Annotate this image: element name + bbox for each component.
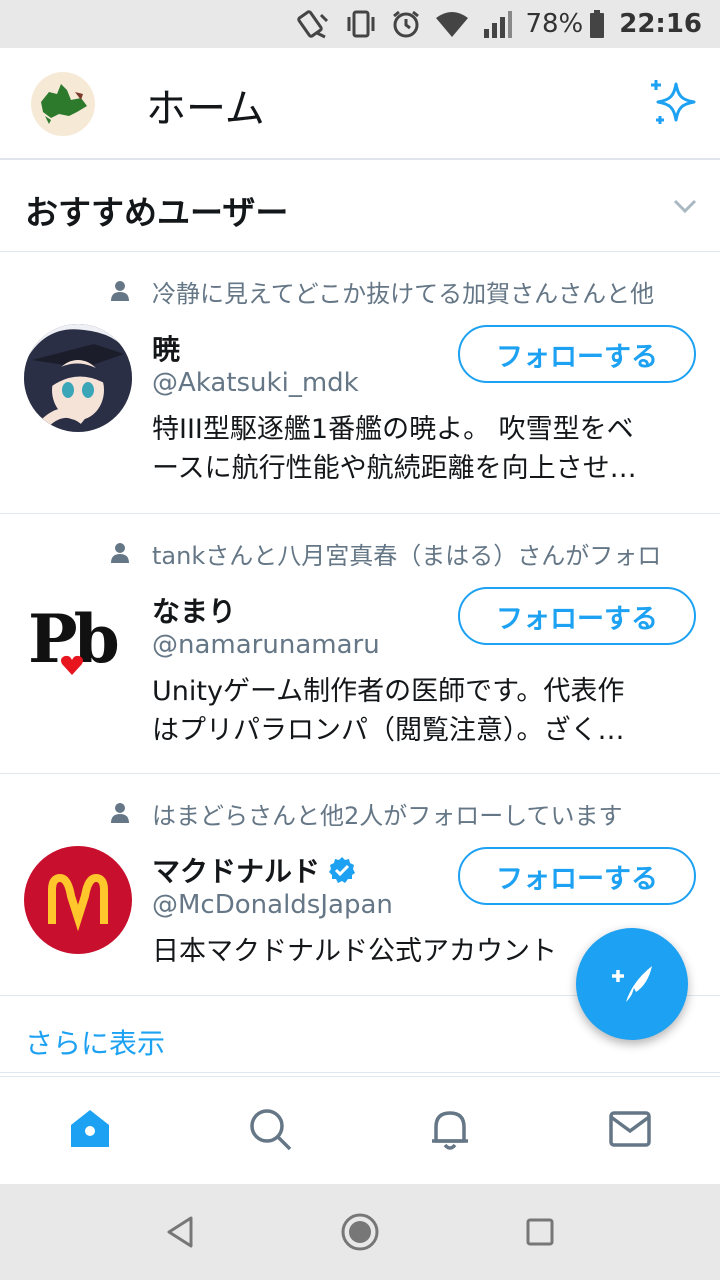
battery-icon: [589, 9, 605, 39]
user-name-text: マクドナルド: [152, 855, 321, 888]
back-icon[interactable]: [160, 1212, 200, 1252]
feather-plus-icon: [612, 966, 652, 1002]
follow-button[interactable]: フォローする: [458, 847, 696, 905]
avatar[interactable]: [24, 846, 132, 954]
chevron-down-icon[interactable]: [672, 196, 698, 220]
user-handle: @namarunamaru: [152, 630, 380, 660]
recents-icon[interactable]: [520, 1212, 560, 1252]
heart-icon: [61, 655, 83, 675]
person-icon: [110, 796, 130, 830]
notifications-icon[interactable]: [426, 1105, 474, 1153]
user-card[interactable]: 冷静に見えてどこか抜けてる加賀さんさんと他 暁 @Akatsuki_mdk 特I…: [0, 252, 720, 514]
user-bio: Unityゲーム制作者の医師です。代表作 はプリパラロンパ（閲覧注意）。ざく…: [152, 672, 692, 750]
social-context: tankさんと八月宮真春（まはる）さんがフォロ: [152, 542, 662, 570]
wifi-icon: [435, 10, 469, 38]
alarm-icon: [391, 9, 421, 39]
mcdonalds-logo-icon: [48, 873, 108, 932]
search-icon[interactable]: [246, 1105, 294, 1153]
profile-avatar[interactable]: [31, 72, 95, 136]
user-handle: @McDonaldsJapan: [152, 890, 393, 920]
status-bar: 78% 22:16: [0, 0, 720, 48]
social-context: 冷静に見えてどこか抜けてる加賀さんさんと他: [152, 280, 655, 308]
section-title: おすすめユーザー: [25, 193, 289, 232]
show-more-link[interactable]: さらに表示: [25, 1022, 165, 1062]
who-to-follow-header: おすすめユーザー: [0, 162, 720, 252]
user-name: なまり: [152, 595, 237, 628]
home-button-icon[interactable]: [340, 1212, 380, 1252]
verified-badge-icon: [329, 857, 356, 883]
screen: 78% 22:16 ホーム おすすめユーザー 冷静に見えてどこか抜けてる加賀さん…: [0, 0, 720, 1280]
bio-line: 特III型駆逐艦1番艦の暁よ。 吹雪型をベ: [152, 414, 634, 445]
user-card[interactable]: tankさんと八月宮真春（まはる）さんがフォロ Pb なまり @namaruna…: [0, 514, 720, 774]
follow-button[interactable]: フォローする: [458, 325, 696, 383]
bio-line: ースに航行性能や航続距離を向上させ…: [152, 453, 637, 484]
avatar[interactable]: [24, 324, 132, 432]
vibrate-off-icon: [297, 9, 331, 39]
divider: [0, 1072, 720, 1073]
bio-line: はプリパラロンパ（閲覧注意）。ざく…: [152, 715, 625, 746]
app-header: ホーム: [0, 48, 720, 160]
vibrate-icon: [345, 9, 377, 39]
signal-icon: [483, 9, 513, 39]
home-icon[interactable]: [66, 1105, 114, 1153]
sparkle-icon[interactable]: [648, 78, 696, 130]
person-icon: [110, 536, 130, 570]
page-title: ホーム: [146, 86, 265, 132]
follow-button[interactable]: フォローする: [458, 587, 696, 645]
person-icon: [110, 274, 130, 308]
bottom-tab-bar: [0, 1076, 720, 1184]
messages-icon[interactable]: [606, 1105, 654, 1153]
user-name: マクドナルド: [152, 850, 356, 890]
bio-line: Unityゲーム制作者の医師です。代表作: [152, 676, 625, 707]
clock: 22:16: [619, 9, 702, 39]
social-context: はまどらさんと他2人がフォローしています: [152, 802, 623, 830]
user-handle: @Akatsuki_mdk: [152, 368, 359, 398]
user-bio: 特III型駆逐艦1番艦の暁よ。 吹雪型をベ ースに航行性能や航続距離を向上させ…: [152, 410, 692, 488]
system-nav-bar: [0, 1184, 720, 1280]
user-name: 暁: [152, 333, 181, 366]
compose-tweet-button[interactable]: [576, 928, 688, 1040]
battery-percent: 78%: [525, 9, 584, 39]
avatar[interactable]: Pb: [24, 590, 132, 698]
